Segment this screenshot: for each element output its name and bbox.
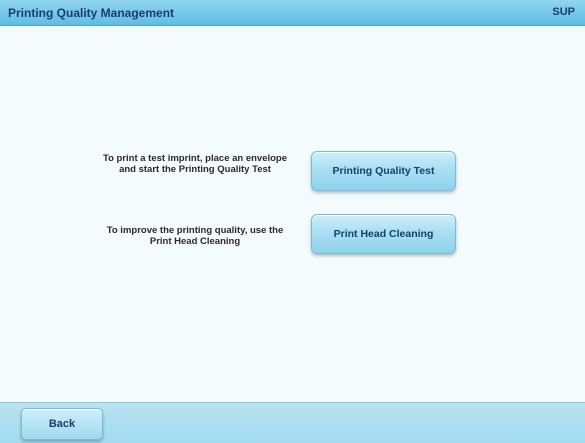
page-title: Printing Quality Management xyxy=(8,6,175,20)
cleaning-description: To improve the printing quality, use the… xyxy=(106,225,284,247)
test-description: To print a test imprint, place an envelo… xyxy=(102,153,288,175)
print-head-cleaning-button[interactable]: Print Head Cleaning xyxy=(311,214,456,254)
title-bar: Printing Quality Management SUP xyxy=(0,0,585,26)
back-button[interactable]: Back xyxy=(21,408,103,440)
mode-indicator: SUP xyxy=(552,6,575,18)
bottom-bar: Back xyxy=(0,402,585,443)
printing-quality-test-button[interactable]: Printing Quality Test xyxy=(311,151,456,191)
main-content: To print a test imprint, place an envelo… xyxy=(0,26,585,402)
